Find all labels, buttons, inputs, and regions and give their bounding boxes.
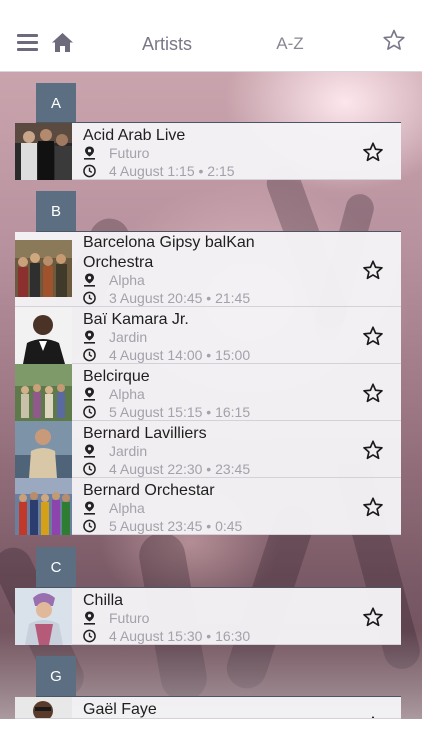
location-pin-icon (84, 330, 95, 344)
artist-photo (15, 307, 72, 364)
artist-name: Chilla (83, 592, 124, 609)
favorite-star-icon[interactable] (362, 382, 384, 404)
artist-photo (15, 421, 72, 478)
performance-time: 5 August 23:45 • 0:45 (109, 518, 243, 534)
artist-photo (15, 588, 72, 645)
location-pin-icon (84, 273, 95, 287)
artist-name: Belcirque (83, 368, 150, 385)
artist-row-gael-faye[interactable]: Gaël Faye (15, 697, 401, 719)
artist-photo (15, 478, 72, 535)
favorite-star-icon[interactable] (362, 259, 384, 281)
top-bar: Artists A-Z (0, 0, 422, 72)
artist-name: Acid Arab Live (83, 127, 186, 144)
clock-icon (83, 405, 96, 419)
artist-photo (15, 123, 72, 180)
sort-az-button[interactable]: A-Z (262, 34, 318, 54)
location-pin-icon (84, 444, 95, 458)
artist-photo (15, 697, 72, 718)
section-header-c: C (36, 547, 76, 587)
performance-time: 4 August 22:30 • 23:45 (109, 461, 251, 477)
clock-icon (83, 462, 96, 476)
location-pin-icon (84, 611, 95, 625)
stage-name: Alpha (109, 386, 145, 402)
location-pin-icon (84, 387, 95, 401)
performance-time: 3 August 20:45 • 21:45 (109, 290, 251, 306)
favorite-star-icon[interactable] (362, 439, 384, 461)
performance-time: 4 August 1:15 • 2:15 (109, 163, 235, 179)
artist-photo (15, 364, 72, 421)
artist-row-bai-kamara-jr[interactable]: Baï Kamara Jr. Jardin 4 August 14:00 • 1… (15, 307, 401, 364)
favorite-star-icon[interactable] (362, 496, 384, 518)
section-header-a: A (36, 83, 76, 123)
artist-row-barcelona-gipsy-balkan-orchestra[interactable]: Barcelona Gipsy balKan Orchestra Alpha 3… (15, 232, 401, 307)
stage-name: Alpha (109, 272, 145, 288)
artist-row-chilla[interactable]: Chilla Futuro 4 August 15:30 • 16:30 (15, 588, 401, 645)
artist-name-continued: Orchestra (83, 254, 154, 271)
stage-name: Alpha (109, 500, 145, 516)
artist-name: Bernard Orchestar (83, 482, 215, 499)
performance-time: 4 August 14:00 • 15:00 (109, 347, 251, 363)
artist-name: Bernard Lavilliers (83, 425, 207, 442)
stage-name: Jardin (109, 329, 148, 345)
location-pin-icon (84, 501, 95, 515)
section-header-g: G (36, 656, 76, 696)
performance-time: 5 August 15:15 • 16:15 (109, 404, 251, 420)
stage-name: Jardin (109, 443, 148, 459)
favorite-star-icon[interactable] (362, 325, 384, 347)
artist-name: Baï Kamara Jr. (83, 311, 189, 328)
artist-row-belcirque[interactable]: Belcirque Alpha 5 August 15:15 • 16:15 (15, 364, 401, 421)
clock-icon (83, 291, 96, 305)
clock-icon (83, 629, 96, 643)
artist-row-acid-arab-live[interactable]: Acid Arab Live Futuro 4 August 1:15 • 2:… (15, 123, 401, 180)
section-header-b: B (36, 191, 76, 231)
favorite-star-icon[interactable] (362, 606, 384, 628)
home-icon[interactable] (51, 32, 74, 53)
clock-icon (83, 164, 96, 178)
favorites-star-icon[interactable] (382, 28, 406, 52)
location-pin-icon (84, 146, 95, 160)
artist-name: Barcelona Gipsy balKan (83, 234, 255, 251)
artist-name: Gaël Faye (83, 701, 157, 718)
clock-icon (83, 348, 96, 362)
page-title: Artists (141, 34, 192, 54)
artist-photo (15, 240, 72, 297)
artist-row-bernard-orchestar[interactable]: Bernard Orchestar Alpha 5 August 23:45 •… (15, 478, 401, 535)
artist-row-bernard-lavilliers[interactable]: Bernard Lavilliers Jardin 4 August 22:30… (15, 421, 401, 478)
performance-time: 4 August 15:30 • 16:30 (109, 628, 251, 644)
stage-name: Futuro (109, 145, 150, 161)
bottom-strip (0, 719, 422, 750)
favorite-star-icon[interactable] (362, 141, 384, 163)
stage-name: Futuro (109, 610, 150, 626)
clock-icon (83, 519, 96, 533)
hamburger-menu-icon[interactable] (17, 34, 38, 51)
